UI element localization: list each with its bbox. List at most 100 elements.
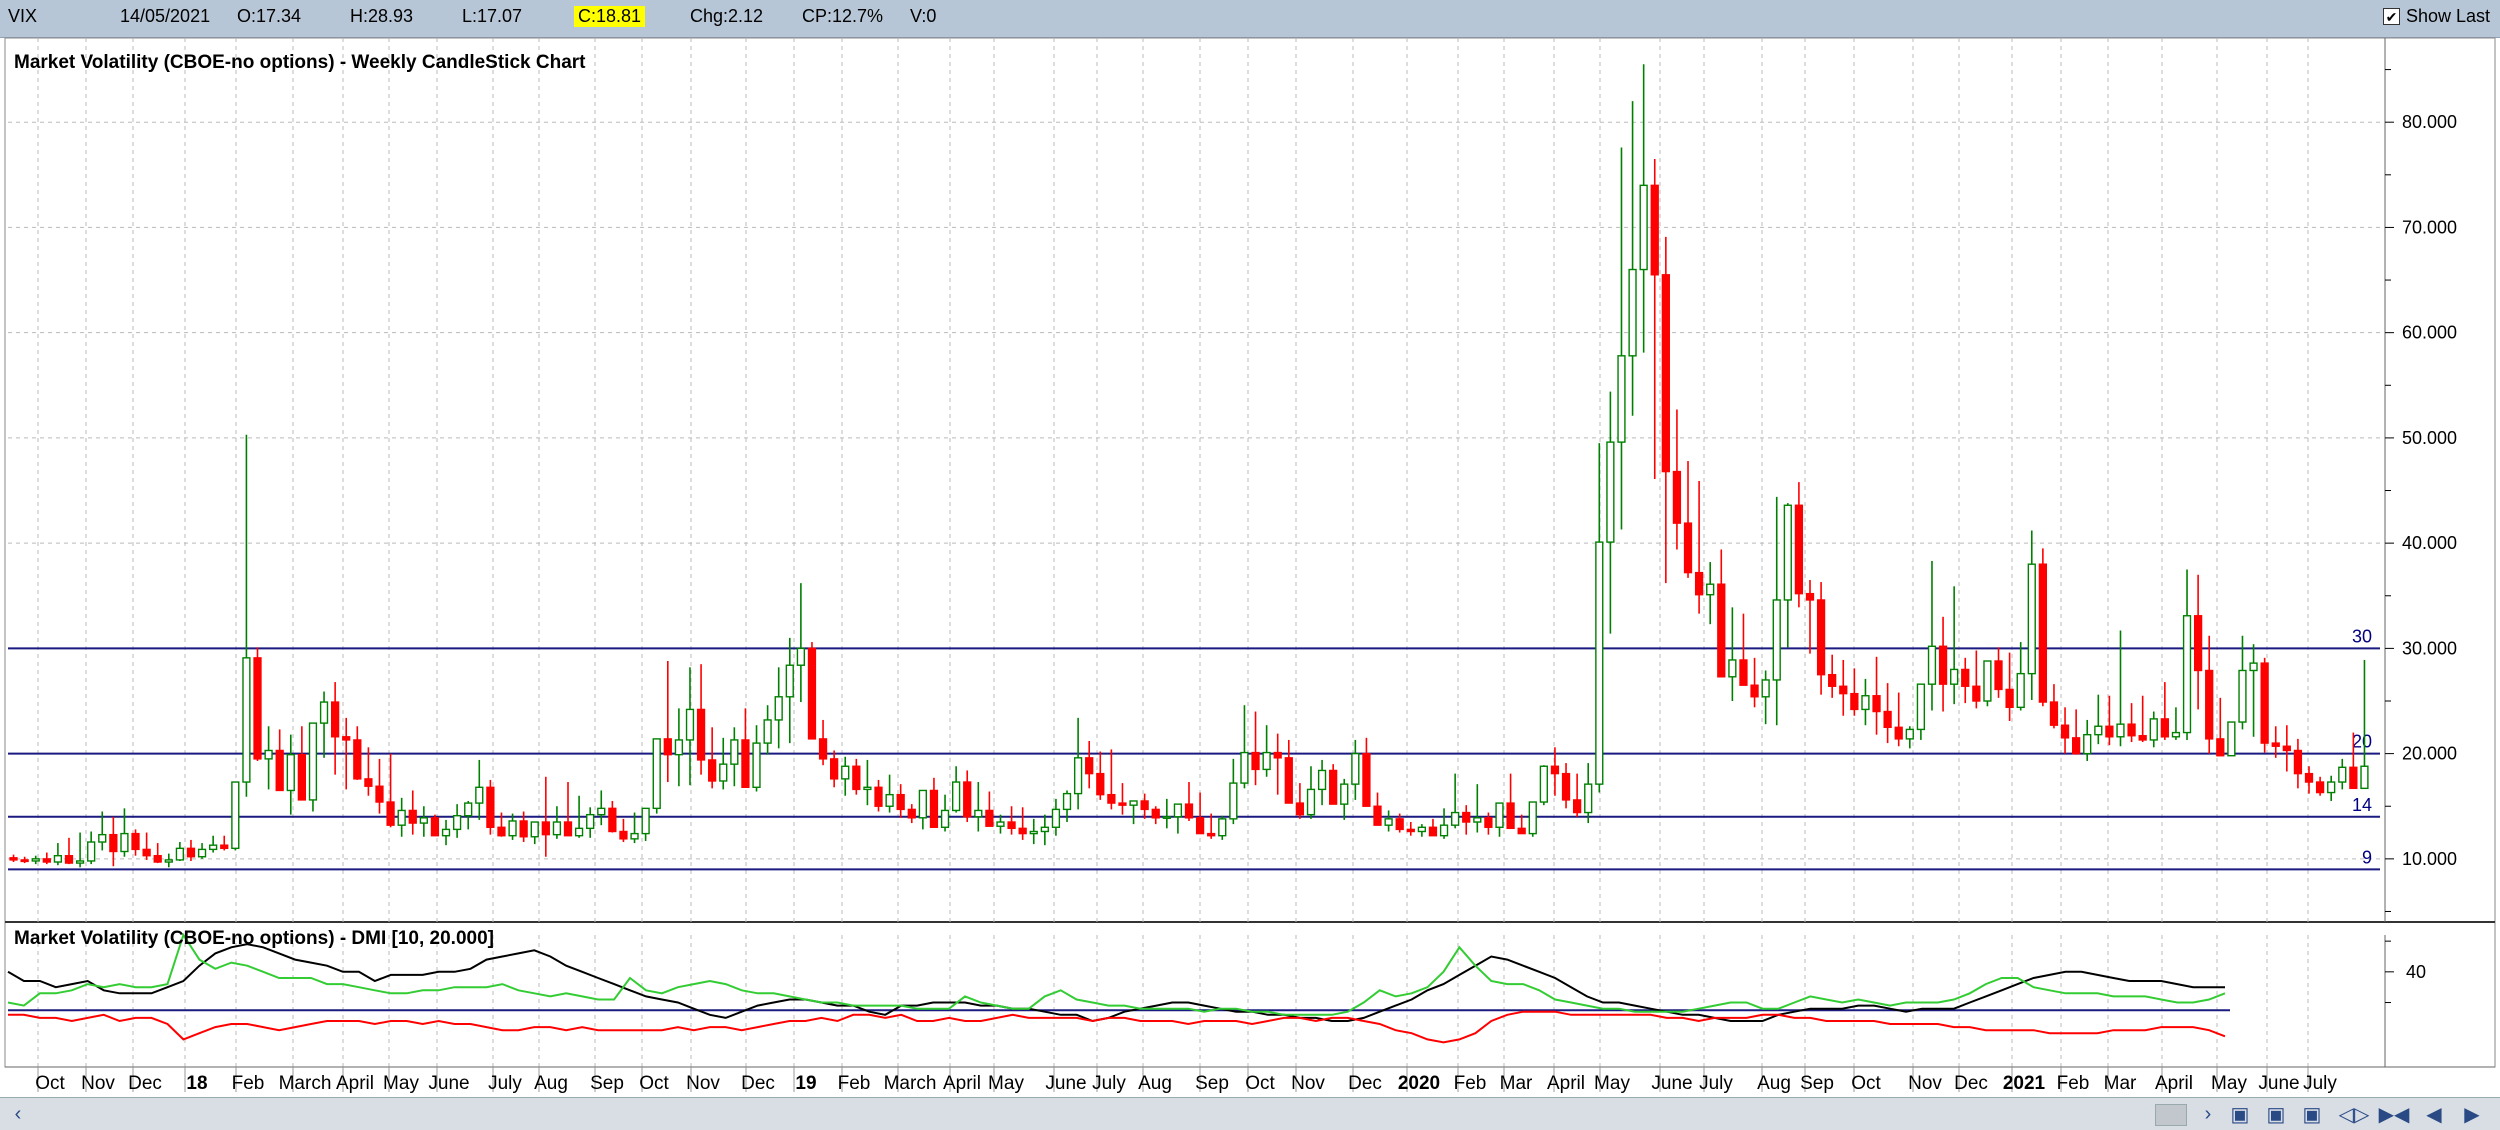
candle-body — [2249, 662, 2258, 672]
candle-body — [597, 807, 606, 816]
candle-body — [1517, 827, 1526, 835]
chart-window: VIX 14/05/2021 O:17.34 H:28.93 L:17.07 C… — [0, 0, 2500, 1130]
candle-body — [1062, 792, 1072, 811]
candle-body — [1938, 645, 1948, 685]
zoom-fit-icon[interactable]: ▣ — [2298, 1101, 2326, 1127]
x-tick-label: Feb — [1454, 1073, 1487, 1094]
candle-body — [752, 742, 761, 788]
scroll-left-arrow[interactable]: ‹ — [4, 1101, 32, 1127]
candle-body — [131, 832, 140, 851]
candle-body — [2238, 669, 2247, 723]
horizontal-level-label: 30 — [2352, 626, 2372, 646]
zoom-out-icon[interactable]: ▣ — [2262, 1101, 2290, 1127]
candle-body — [608, 807, 617, 833]
candle-body — [1417, 826, 1427, 833]
candle-body — [1395, 818, 1404, 831]
candle-body — [830, 758, 839, 780]
x-tick-label: July — [2303, 1073, 2337, 1094]
x-tick-label: Sep — [1195, 1073, 1229, 1094]
candle-body — [1661, 274, 1670, 473]
x-tick-label: June — [428, 1073, 469, 1094]
x-tick-label: June — [1651, 1073, 1692, 1094]
x-tick-label: Feb — [838, 1073, 871, 1094]
candle-body — [231, 781, 240, 850]
move-start-icon[interactable]: ◁▷ — [2339, 1101, 2370, 1127]
candle-body — [1439, 824, 1449, 837]
candle-body — [541, 821, 550, 836]
candle-body — [1927, 645, 1937, 685]
candle-body — [2227, 721, 2236, 757]
x-tick-label: Sep — [1800, 1073, 1834, 1094]
step-back-icon[interactable]: ◀ — [2420, 1101, 2448, 1127]
candle-body — [2105, 725, 2114, 738]
x-tick-label: May — [1594, 1073, 1630, 1094]
candle-body — [1262, 751, 1271, 771]
candle-body — [1295, 802, 1305, 816]
candle-body — [1096, 772, 1105, 796]
candle-body — [1528, 801, 1537, 835]
candle-body — [475, 786, 484, 804]
candle-body — [75, 860, 85, 864]
candle-body — [1950, 668, 1959, 685]
candle-body — [375, 785, 384, 803]
candle-body — [1484, 817, 1493, 828]
candle-body — [1473, 817, 1482, 823]
scroll-thumb[interactable] — [2155, 1104, 2187, 1126]
candle-body — [153, 855, 162, 863]
candle-body — [197, 848, 207, 858]
candle-body — [1639, 184, 1648, 271]
candle-body — [2260, 662, 2269, 744]
candle-body — [1384, 818, 1393, 826]
candle-body — [2360, 765, 2369, 790]
candle-body — [353, 739, 362, 780]
chart-area[interactable]: 30 20 14 9 10.000 20.000 30.000 40.000 50.000 60… — [0, 0, 2500, 1097]
candle-body — [1151, 808, 1160, 819]
candle-body — [1816, 599, 1826, 676]
candle-body — [896, 793, 905, 811]
candle-body — [1761, 679, 1770, 698]
candle-body — [1894, 726, 1903, 740]
candle-body — [464, 802, 473, 817]
candle-body — [1306, 788, 1316, 816]
candle-body — [1772, 599, 1781, 681]
x-tick-label: Nov — [81, 1073, 115, 1094]
candle-body — [1462, 811, 1471, 823]
candle-body — [519, 820, 528, 838]
candle-body — [1617, 355, 1626, 443]
candle-body — [1273, 751, 1282, 759]
step-forward-icon[interactable]: ▶ — [2458, 1101, 2486, 1127]
candle-body — [1506, 802, 1515, 830]
candle-body — [2271, 742, 2280, 747]
x-tick-label: Aug — [534, 1073, 568, 1094]
candle-body — [2127, 723, 2136, 737]
candle-body — [1961, 668, 1970, 687]
candle-body — [1240, 751, 1249, 784]
x-tick-label: 2021 — [2003, 1073, 2046, 1094]
candle-body — [1195, 817, 1205, 835]
candle-body — [31, 858, 40, 862]
candle-body — [652, 738, 661, 810]
candle-body — [1739, 659, 1748, 686]
candle-body — [929, 789, 939, 828]
zoom-in-icon[interactable]: ▣ — [2226, 1101, 2254, 1127]
candle-body — [807, 647, 817, 740]
candle-body — [1584, 783, 1593, 814]
candle-body — [641, 807, 650, 835]
candle-body — [663, 738, 672, 756]
candle-body — [164, 859, 173, 863]
candle-body — [1018, 827, 1027, 835]
candle-body — [1029, 830, 1038, 835]
candle-body — [441, 828, 451, 837]
scroll-right-arrow[interactable]: › — [2194, 1101, 2222, 1127]
candle-body — [209, 844, 218, 851]
candle-body — [1794, 504, 1804, 595]
candle-body — [940, 809, 950, 828]
move-end-icon[interactable]: ▶◀ — [2379, 1101, 2410, 1127]
candle-body — [220, 844, 229, 850]
bottom-scrollbar[interactable]: ‹ › ▣ ▣ ▣ ◁▷ ▶◀ ◀ ▶ — [0, 1097, 2500, 1130]
x-tick-label: April — [2155, 1073, 2193, 1094]
candle-body — [2160, 718, 2169, 738]
candle-body — [951, 781, 961, 812]
candle-body — [1340, 783, 1349, 805]
candle-body — [696, 708, 706, 761]
